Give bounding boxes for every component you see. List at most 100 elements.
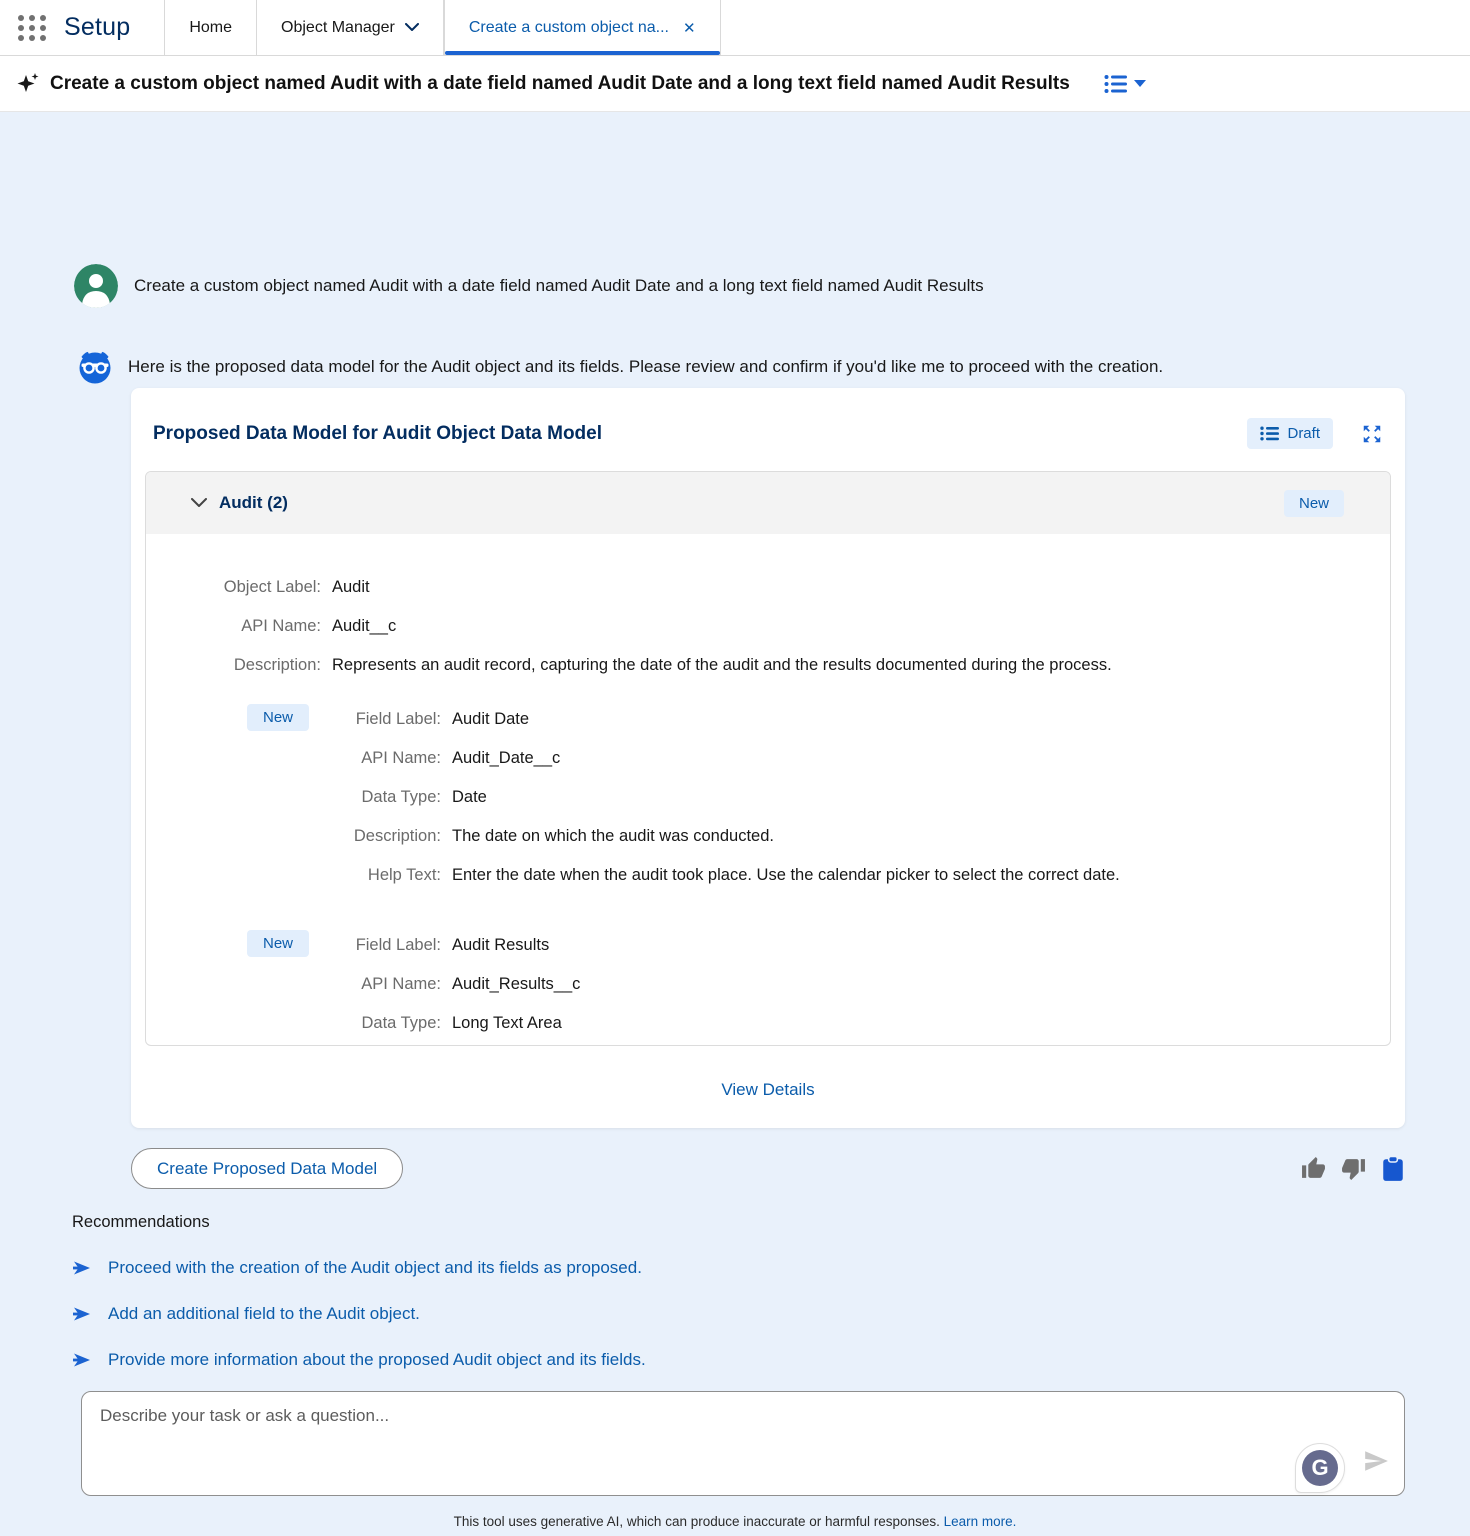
user-avatar bbox=[74, 264, 118, 308]
api-name-row: API Name: Audit__c bbox=[146, 613, 1390, 639]
field-key: Help Text: bbox=[146, 862, 441, 888]
user-message-row: Create a custom object named Audit with … bbox=[74, 112, 1470, 308]
chevron-down-icon bbox=[405, 19, 419, 37]
field-audit-date: New Field Label: Audit Date API Name: Au… bbox=[146, 706, 1390, 888]
field-value: Audit bbox=[332, 574, 1390, 600]
sparkle-icon bbox=[16, 71, 42, 97]
field-value: Audit_Date__c bbox=[452, 745, 1390, 771]
close-icon[interactable]: ✕ bbox=[679, 19, 696, 37]
field-value: Represents an audit record, capturing th… bbox=[332, 652, 1390, 678]
api-name-row: API Name: Audit_Date__c bbox=[146, 745, 1390, 771]
field-audit-results: New Field Label: Audit Results API Name:… bbox=[146, 932, 1390, 1036]
field-key: Data Type: bbox=[146, 1010, 441, 1036]
send-icon[interactable] bbox=[1363, 1448, 1389, 1479]
nav-tab-object-manager-label: Object Manager bbox=[281, 19, 395, 37]
nav-tab-bar: Home Object Manager Create a custom obje… bbox=[165, 0, 720, 55]
recommendation-proceed[interactable]: Proceed with the creation of the Audit o… bbox=[72, 1255, 1470, 1281]
prompt-header: Create a custom object named Audit with … bbox=[0, 56, 1470, 112]
ai-disclaimer: This tool uses generative AI, which can … bbox=[0, 1514, 1470, 1529]
new-status-badge: New bbox=[1284, 490, 1344, 517]
card-header-actions: Draft bbox=[1247, 418, 1383, 449]
new-status-badge: New bbox=[247, 930, 309, 957]
thumbs-down-icon[interactable] bbox=[1341, 1156, 1366, 1181]
api-name-row: API Name: Audit_Results__c bbox=[146, 971, 1390, 997]
nav-tab-object-manager[interactable]: Object Manager bbox=[257, 0, 443, 55]
feedback-controls bbox=[1301, 1156, 1405, 1182]
prompt-title: Create a custom object named Audit with … bbox=[50, 73, 1070, 95]
field-value: Date bbox=[452, 784, 1390, 810]
user-message-text: Create a custom object named Audit with … bbox=[134, 273, 984, 299]
field-value: Audit__c bbox=[332, 613, 1390, 639]
card-title: Proposed Data Model for Audit Object Dat… bbox=[153, 423, 602, 445]
field-key: Description: bbox=[146, 823, 441, 849]
caret-down-icon bbox=[1134, 80, 1146, 87]
audit-section-title: Audit (2) bbox=[219, 493, 1284, 513]
data-type-row: Data Type: Long Text Area bbox=[146, 1010, 1390, 1036]
copy-clipboard-icon[interactable] bbox=[1381, 1156, 1405, 1182]
field-label-row: Field Label: Audit Date bbox=[146, 706, 1390, 732]
audit-section-header[interactable]: Audit (2) New bbox=[146, 472, 1390, 534]
data-model-preview: Audit (2) New Object Label: Audit API Na… bbox=[145, 471, 1391, 1046]
field-value: Audit_Results__c bbox=[452, 971, 1390, 997]
audit-object-details: Object Label: Audit API Name: Audit__c D… bbox=[146, 534, 1390, 1036]
create-proposed-data-model-button[interactable]: Create Proposed Data Model bbox=[131, 1148, 403, 1189]
grammarly-icon[interactable]: G bbox=[1295, 1443, 1345, 1493]
draft-label: Draft bbox=[1287, 425, 1320, 442]
global-nav: Setup Home Object Manager Create a custo… bbox=[0, 0, 1470, 56]
recommendation-text: Provide more information about the propo… bbox=[108, 1347, 646, 1373]
recommendation-text: Proceed with the creation of the Audit o… bbox=[108, 1255, 642, 1281]
bot-message-row: Here is the proposed data model for the … bbox=[78, 350, 1470, 384]
view-details-row: View Details bbox=[131, 1046, 1405, 1128]
bot-avatar bbox=[78, 350, 112, 384]
message-actions-row: Create Proposed Data Model bbox=[131, 1148, 1405, 1189]
bot-message-text: Here is the proposed data model for the … bbox=[128, 354, 1163, 380]
field-key: API Name: bbox=[146, 971, 441, 997]
recommendation-add-field[interactable]: Add an additional field to the Audit obj… bbox=[72, 1301, 1470, 1327]
recommendations-title: Recommendations bbox=[72, 1209, 1470, 1235]
section-chevron-down-icon bbox=[191, 498, 207, 508]
description-row: Description: Represents an audit record,… bbox=[146, 652, 1390, 678]
new-status-badge: New bbox=[247, 704, 309, 731]
card-header: Proposed Data Model for Audit Object Dat… bbox=[131, 388, 1405, 471]
learn-more-link[interactable]: Learn more. bbox=[944, 1514, 1017, 1529]
task-input[interactable] bbox=[81, 1391, 1405, 1496]
field-key: API Name: bbox=[146, 745, 441, 771]
draft-status-badge[interactable]: Draft bbox=[1247, 418, 1333, 449]
field-value: Long Text Area bbox=[452, 1010, 1390, 1036]
view-details-link[interactable]: View Details bbox=[721, 1080, 814, 1099]
field-key: Data Type: bbox=[146, 784, 441, 810]
list-view-selector[interactable] bbox=[1104, 74, 1146, 94]
recommendations-section: Recommendations Proceed with the creatio… bbox=[72, 1209, 1470, 1373]
app-launcher-waffle-icon[interactable] bbox=[0, 0, 64, 55]
field-value: Audit Date bbox=[452, 706, 1390, 732]
composer: G bbox=[81, 1391, 1405, 1501]
data-type-row: Data Type: Date bbox=[146, 784, 1390, 810]
description-row: Description: The date on which the audit… bbox=[146, 823, 1390, 849]
grammarly-letter: G bbox=[1302, 1450, 1338, 1486]
active-tab-underline bbox=[445, 51, 720, 55]
app-title: Setup bbox=[64, 0, 164, 55]
proposed-data-model-card: Proposed Data Model for Audit Object Dat… bbox=[131, 388, 1405, 1128]
conversation-area: Create a custom object named Audit with … bbox=[0, 112, 1470, 1536]
field-value: Audit Results bbox=[452, 932, 1390, 958]
field-key: Object Label: bbox=[146, 574, 321, 600]
nav-tab-create-custom-object-label: Create a custom object na... bbox=[469, 19, 669, 37]
draft-list-icon bbox=[1260, 426, 1279, 441]
nav-tab-home[interactable]: Home bbox=[165, 0, 256, 55]
field-value: The date on which the audit was conducte… bbox=[452, 823, 1390, 849]
field-value: Enter the date when the audit took place… bbox=[452, 862, 1390, 888]
recommendation-more-info[interactable]: Provide more information about the propo… bbox=[72, 1347, 1470, 1373]
field-key: API Name: bbox=[146, 613, 321, 639]
arrow-right-icon bbox=[72, 1350, 92, 1370]
field-label-row: Field Label: Audit Results bbox=[146, 932, 1390, 958]
nav-tab-create-custom-object[interactable]: Create a custom object na... ✕ bbox=[444, 0, 721, 55]
list-view-icon bbox=[1104, 74, 1128, 94]
thumbs-up-icon[interactable] bbox=[1301, 1156, 1326, 1181]
help-text-row: Help Text: Enter the date when the audit… bbox=[146, 862, 1390, 888]
arrow-right-icon bbox=[72, 1304, 92, 1324]
salesforce-setup-window: Setup Home Object Manager Create a custo… bbox=[0, 0, 1470, 1536]
object-label-row: Object Label: Audit bbox=[146, 574, 1390, 600]
expand-icon[interactable] bbox=[1361, 423, 1383, 445]
arrow-right-icon bbox=[72, 1258, 92, 1278]
nav-tab-home-label: Home bbox=[189, 19, 232, 37]
